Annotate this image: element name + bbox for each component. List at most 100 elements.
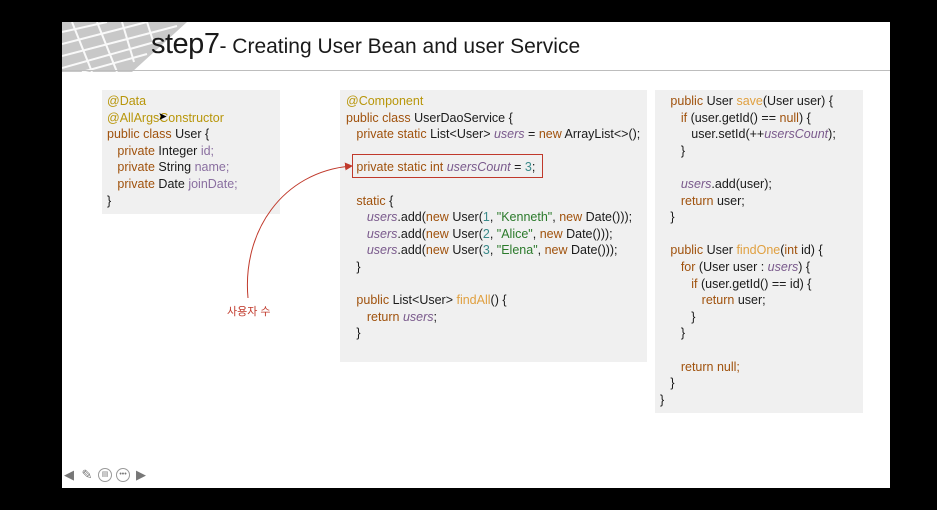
slide: step7- Creating User Bean and user Servi…: [62, 22, 890, 488]
code-line: public List<User> findAll() {: [346, 292, 647, 309]
title-step: step7: [151, 28, 220, 60]
code-token: Date()));: [566, 226, 613, 241]
code-line: private Date joinDate;: [107, 176, 280, 193]
code-token: .add(: [397, 210, 426, 225]
code-line: users.add(user);: [660, 176, 863, 193]
more-icon[interactable]: •••: [116, 468, 130, 482]
code-token: 1: [482, 210, 490, 225]
code-line: @Data: [107, 93, 280, 110]
code-token: users: [402, 309, 434, 324]
code-token: Date()));: [571, 243, 618, 258]
code-token: new: [425, 226, 453, 241]
code-line: public class UserDaoService {: [346, 110, 647, 127]
code-token: }: [660, 392, 665, 407]
arrow-left-icon[interactable]: ◀: [62, 468, 76, 482]
code-token: return null;: [660, 359, 740, 374]
code-token: users: [346, 243, 398, 258]
code-line: @AllArgsConstructor: [107, 110, 280, 127]
code-token: new: [544, 243, 571, 258]
pen-icon[interactable]: ✎: [80, 468, 94, 482]
title-text: - Creating User Bean and user Service: [219, 35, 581, 58]
code-line: @Component: [346, 93, 647, 110]
code-token: "Elena": [496, 243, 538, 258]
code-line: return user;: [660, 292, 863, 309]
code-token: public class: [346, 110, 415, 125]
code-token: users: [660, 176, 712, 191]
code-line: }: [660, 325, 863, 342]
code-token: users: [767, 259, 799, 274]
code-token: public: [660, 243, 707, 258]
slide-title: step7- Creating User Bean and user Servi…: [151, 28, 580, 61]
code-line: }: [346, 325, 647, 342]
code-token: return: [660, 193, 717, 208]
code-token: "Kenneth": [496, 210, 553, 225]
code-line: private String name;: [107, 159, 280, 176]
code-token: Date()));: [585, 210, 633, 225]
code-token: save: [736, 94, 763, 108]
code-token: ;: [433, 309, 438, 324]
code-token: int: [784, 243, 802, 258]
code-token: joinDate;: [188, 176, 238, 191]
code-token: new: [538, 127, 565, 142]
arrow-right-icon[interactable]: ▶: [134, 468, 148, 482]
code-token: public: [660, 94, 707, 108]
annotation-user-count: 사용자 수: [227, 306, 271, 318]
users-count-highlight-box: [352, 154, 543, 178]
code-line: public User save(User user) {: [660, 93, 863, 110]
code-token: 2: [482, 226, 490, 241]
slideshow-toolbar: ◀ ✎ ▤ ••• ▶: [62, 468, 148, 482]
code-token: (User user) {: [762, 94, 833, 108]
code-token: new: [539, 226, 567, 241]
code-token: User(: [452, 210, 483, 225]
code-token: @Data: [107, 94, 147, 108]
code-token: return: [346, 309, 403, 324]
code-line: for (User user : users) {: [660, 259, 863, 276]
code-token: (user.getId() == id) {: [700, 276, 812, 291]
code-token: (User user :: [698, 259, 768, 274]
code-token: Integer: [158, 143, 201, 158]
code-token: ) {: [798, 259, 811, 274]
code-token: }: [660, 143, 686, 158]
code-token: ArrayList<>();: [564, 127, 641, 142]
code-token: User(: [452, 226, 483, 241]
code-token: UserDaoService {: [414, 110, 513, 125]
code-token: ) {: [798, 110, 811, 125]
code-token: new: [425, 210, 453, 225]
code-token: String: [158, 160, 195, 175]
code-line: user.setId(++usersCount);: [660, 126, 863, 143]
mouse-cursor-icon: ➤: [158, 111, 168, 123]
code-token: Date: [158, 176, 189, 191]
code-token: user;: [737, 293, 766, 308]
code-token: id) {: [801, 243, 823, 258]
title-divider: [62, 70, 890, 71]
code-token: @Component: [346, 94, 424, 108]
code-token: "Alice": [496, 226, 533, 241]
code-token: users: [346, 210, 398, 225]
slide-icon[interactable]: ▤: [98, 468, 112, 482]
code-token: );: [828, 127, 836, 142]
code-token: users: [346, 226, 398, 241]
code-token: users: [493, 127, 525, 142]
code-line: }: [660, 143, 863, 160]
code-line: if (user.getId() == id) {: [660, 276, 863, 293]
code-line: return null;: [660, 359, 863, 376]
code-token: .add(user);: [711, 176, 772, 191]
code-line: }: [346, 259, 647, 276]
code-token: findAll: [456, 293, 491, 308]
code-token: public: [346, 293, 393, 308]
code-line: users.add(new User(2, "Alice", new Date(…: [346, 226, 647, 243]
code-line: static {: [346, 193, 647, 210]
save-findone-code-block: public User save(User user) { if (user.g…: [655, 90, 863, 413]
code-line: }: [660, 392, 863, 409]
code-token: null: [779, 110, 799, 125]
code-token: }: [346, 259, 361, 274]
code-token: new: [425, 243, 453, 258]
code-token: user;: [716, 193, 745, 208]
code-token: =: [524, 127, 539, 142]
code-token: private: [107, 143, 159, 158]
code-token: if: [660, 110, 691, 125]
code-token: ,: [489, 243, 497, 258]
